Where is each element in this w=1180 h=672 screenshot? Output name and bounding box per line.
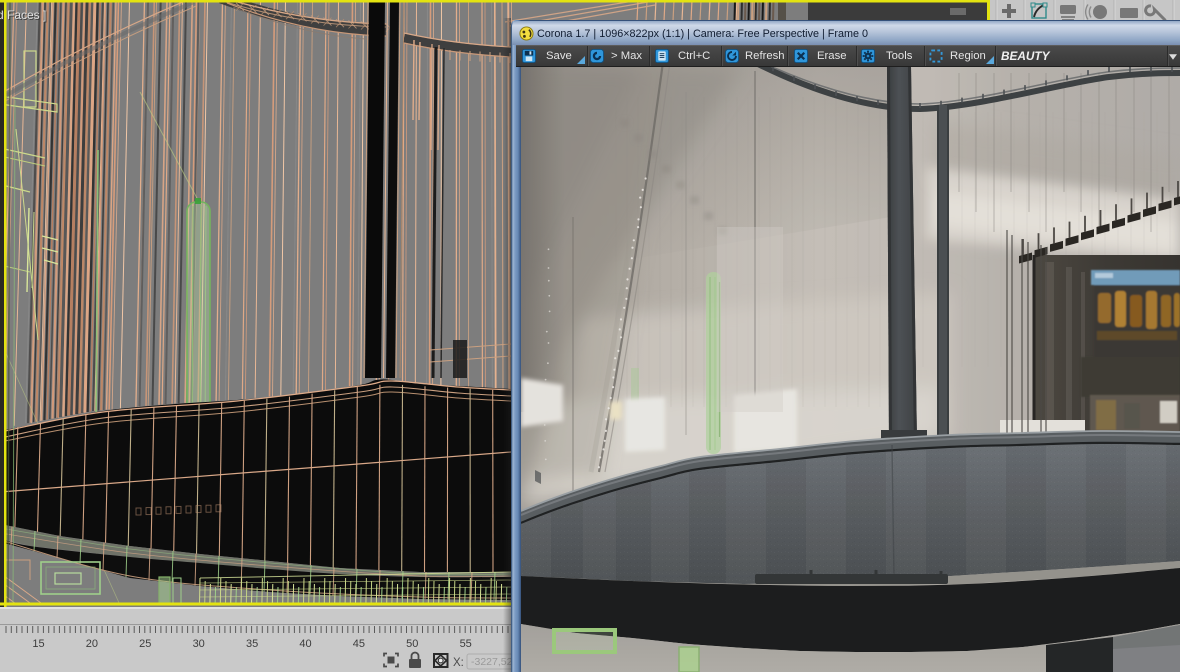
svg-text:35: 35 <box>246 638 258 650</box>
svg-text:25: 25 <box>139 638 151 650</box>
svg-text:30: 30 <box>193 638 205 650</box>
svg-text:X:: X: <box>453 657 464 669</box>
svg-text:50: 50 <box>406 638 418 650</box>
svg-text:45: 45 <box>353 638 365 650</box>
svg-text:55: 55 <box>460 638 472 650</box>
svg-text:40: 40 <box>299 638 311 650</box>
svg-text:15: 15 <box>32 638 44 650</box>
svg-text:20: 20 <box>86 638 98 650</box>
